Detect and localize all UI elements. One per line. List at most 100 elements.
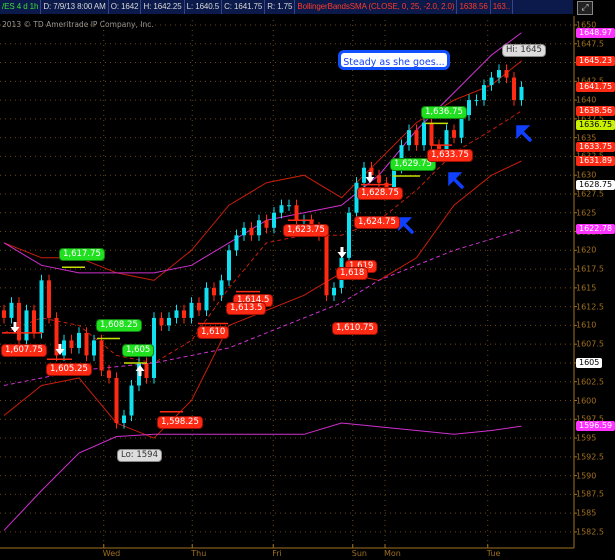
x-tick-label: Tue [486,549,501,558]
candle-body [362,167,366,183]
x-tick-label: Wed [102,549,121,558]
candle-body [122,415,126,424]
candle-body [407,130,411,146]
candle-body [69,340,74,348]
y-tick-label: 1627.5 [576,189,604,199]
candle-body [489,77,494,86]
candle-body [2,310,6,318]
price-label: 1,610.75 [333,323,377,334]
price-tag: 1596.59 [576,421,615,432]
y-tick-label: 1617.5 [576,264,604,274]
candle-body [182,310,186,318]
candle-body [377,175,381,183]
candle-body [144,362,149,378]
candle-body [24,310,29,341]
y-tick-label: 1625 [576,208,597,218]
candle-body [272,212,276,228]
candle-body [204,287,209,311]
series-bollinger-mid [3,110,522,364]
buy-arrow-icon [135,365,145,376]
candle-body [77,332,81,348]
candle-body [497,70,501,78]
candle-body [414,130,419,146]
candle-body [242,227,246,236]
y-tick-label: 1607.5 [576,339,604,349]
price-label: 1,633.75 [428,150,472,161]
candle-body [287,205,291,207]
y-tick-label: 1610 [576,320,597,330]
candle-body [459,115,464,138]
y-tick-label: 1600 [576,396,597,405]
candle-body [429,122,434,146]
candle-body [159,317,164,326]
candle-body [467,100,471,116]
candle-body [294,205,299,221]
candle-body [9,302,14,318]
price-chart[interactable] [0,0,615,560]
price-tag: 1633.75 [576,142,615,153]
y-tick-label: 1647.5 [576,39,604,49]
candle-body [212,287,216,296]
candle-body [324,235,329,296]
price-label: 1,607.75 [2,345,46,356]
price-label: 1,598.25 [158,417,202,428]
candle-body [99,340,104,371]
price-label: 1,618 [337,268,368,279]
candle-body [17,302,21,341]
price-label: 1,628.75 [358,188,402,199]
price-label: 1,624.75 [355,217,399,228]
blue-pointer-arrow-icon [398,217,414,234]
price-tag: 1636.75 [576,119,615,130]
price-tag: 1628.75 [576,179,615,190]
candle-body [234,235,239,251]
candle-body [227,250,231,281]
y-tick-label: 1620 [576,245,597,255]
series-sma-long [3,422,522,531]
y-tick-label: 1630 [576,170,597,180]
price-tag: 1622.78 [576,224,615,235]
y-tick-label: 1612.5 [576,302,604,312]
y-tick-label: 1587.5 [576,489,604,499]
callout-note: Steady as she goes... [338,50,450,70]
price-tag: 1638.56 [576,105,615,116]
chart-window: /ES 4 d 1h D: 7/9/13 8:00 AM O: 1642 H: … [0,0,615,560]
candle-body [332,287,336,296]
candle-body [474,100,479,102]
candle-body [249,227,254,236]
low-label: Lo: 1594 [118,450,161,461]
price-label: 1,623.75 [284,225,328,236]
x-tick-label: Thu [191,549,207,558]
candle-body [279,205,284,213]
candle-body [174,310,179,318]
candle-body [347,212,351,258]
candle-body [257,220,261,236]
price-tag: 1631.89 [576,156,615,166]
candle-body [62,340,66,356]
blue-pointer-arrow-icon [448,172,464,189]
price-label: 1,610 [198,327,229,338]
y-tick-label: 1582.5 [576,527,604,537]
candle-body [422,122,426,146]
candle-body [32,310,36,333]
y-tick-label: 1615 [576,283,597,293]
candle-body [189,302,194,318]
price-tag: 1641.75 [576,81,615,92]
x-tick-label: Mon [384,549,401,558]
price-label: 1,629.75 [391,159,435,170]
price-tag: 1645.23 [576,55,615,66]
candle-body [107,370,111,378]
price-label: 1,608.25 [97,320,141,331]
candle-body [39,280,44,333]
high-label: Hi: 1645 [503,45,545,56]
candle-body [84,332,89,356]
y-tick-label: 1585 [576,508,597,518]
candle-body [167,317,171,326]
candle-body [504,70,509,78]
price-tag: 1648.97 [576,27,615,38]
candle-body [92,340,96,356]
sell-arrow-icon [337,247,347,258]
candle-body [392,167,396,191]
candle-body [219,280,224,296]
y-tick-label: 1635 [576,133,597,143]
candle-body [264,220,269,228]
